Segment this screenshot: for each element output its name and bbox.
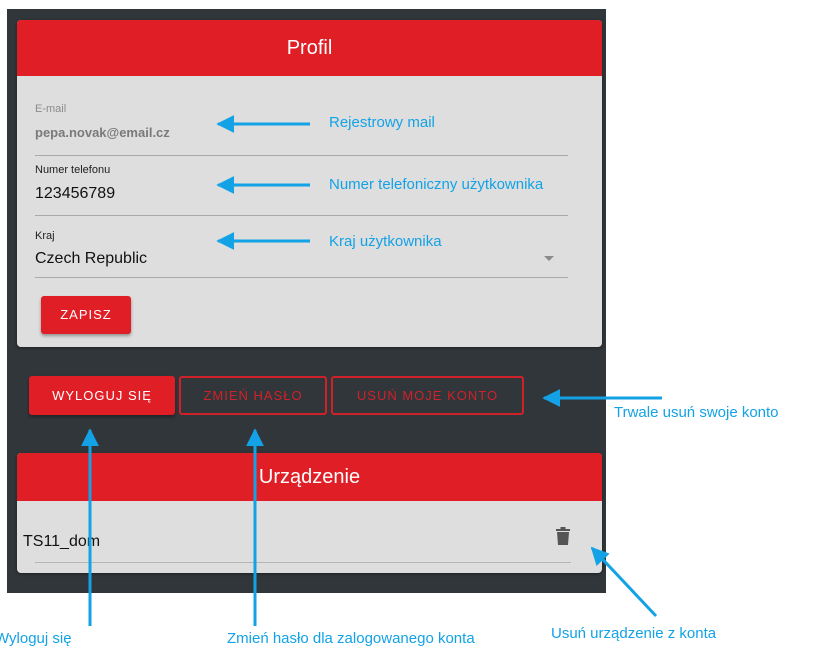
remove-device-arrow [590, 546, 658, 618]
email-annotation: Rejestrowy mail [329, 114, 435, 131]
annotation-arrows [81, 115, 662, 626]
phone-annotation: Numer telefoniczny użytkownika [329, 176, 544, 193]
country-annotation: Kraj użytkownika [329, 233, 442, 250]
delete-account-annotation: Trwale usuń swoje konto [614, 404, 779, 421]
change-password-annotation: Zmień hasło dla zalogowanego konta [227, 630, 475, 647]
remove-device-annotation: Usuń urządzenie z konta [551, 625, 717, 642]
logout-annotation: Wyloguj się [0, 630, 72, 647]
